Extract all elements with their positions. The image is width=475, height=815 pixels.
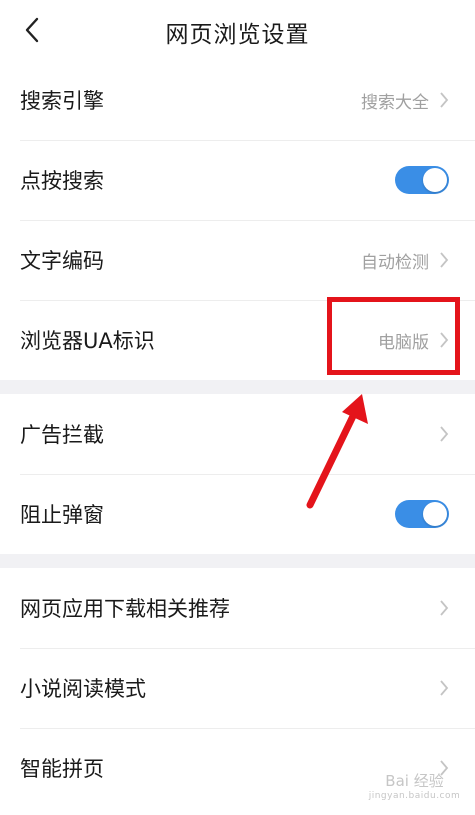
group-separator: [0, 380, 475, 394]
highlight-box: [327, 297, 460, 375]
setting-value: 搜索大全: [361, 92, 429, 113]
watermark-main: Bai 经验: [385, 771, 444, 790]
chevron-right-icon: [439, 424, 451, 444]
setting-ad-block[interactable]: 广告拦截: [0, 394, 475, 474]
setting-block-popups: 阻止弹窗: [0, 474, 475, 554]
page-title: 网页浏览设置: [165, 22, 310, 48]
setting-label: 小说阅读模式: [20, 677, 146, 701]
top-bar: 网页浏览设置: [0, 0, 475, 61]
setting-label: 点按搜索: [20, 169, 104, 193]
toggle-knob: [423, 168, 447, 192]
annotation-arrow-icon: [306, 394, 368, 509]
setting-label: 网页应用下载相关推荐: [20, 597, 230, 621]
toggle-knob: [423, 502, 447, 526]
setting-novel-reading-mode[interactable]: 小说阅读模式: [0, 648, 475, 728]
block-popups-toggle[interactable]: [395, 500, 449, 528]
setting-app-download-recommend[interactable]: 网页应用下载相关推荐: [0, 568, 475, 648]
settings-group-blocking: 广告拦截 阻止弹窗: [0, 394, 475, 554]
setting-text-encoding[interactable]: 文字编码 自动检测: [0, 220, 475, 300]
setting-value: 自动检测: [361, 252, 429, 273]
setting-label: 文字编码: [20, 249, 104, 273]
chevron-right-icon: [439, 598, 451, 618]
setting-label: 搜索引擎: [20, 89, 104, 113]
setting-search-engine[interactable]: 搜索引擎 搜索大全: [0, 60, 475, 140]
chevron-right-icon: [439, 678, 451, 698]
tap-search-toggle[interactable]: [395, 166, 449, 194]
group-separator: [0, 554, 475, 568]
chevron-right-icon: [439, 250, 451, 270]
setting-tap-search: 点按搜索: [0, 140, 475, 220]
baidu-watermark: Bai 经验 jingyan.baidu.com: [362, 762, 467, 808]
chevron-right-icon: [439, 90, 451, 110]
setting-label: 浏览器UA标识: [20, 329, 155, 353]
watermark-sub: jingyan.baidu.com: [368, 790, 461, 801]
